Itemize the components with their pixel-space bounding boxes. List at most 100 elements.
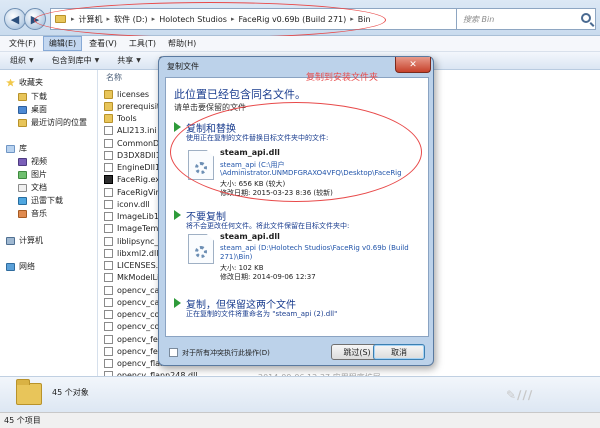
file-icon bbox=[104, 310, 113, 319]
sidebar-computer[interactable]: 计算机 bbox=[6, 234, 104, 247]
document-icon bbox=[18, 183, 27, 192]
navigation-pane: 收藏夹 下载 桌面 最近访问的位置 库 视频 图片 文档 迅雷下载 音乐 计算机… bbox=[0, 70, 98, 376]
column-header-name[interactable]: 名称 bbox=[106, 72, 122, 83]
apply-all-label[interactable]: 对于所有冲突执行此操作(D) bbox=[182, 348, 270, 358]
file-icon bbox=[104, 126, 113, 136]
watermark-logo: ✎∕∕∕ bbox=[506, 388, 534, 402]
menu-view[interactable]: 查看(V) bbox=[84, 37, 122, 50]
menu-edit[interactable]: 编辑(E) bbox=[42, 36, 83, 51]
menu-bar: 文件(F) 编辑(E) 查看(V) 工具(T) 帮助(H) bbox=[0, 36, 600, 52]
sidebar-label: 网络 bbox=[19, 262, 35, 271]
forward-button[interactable]: ▶ bbox=[24, 8, 46, 30]
file-modified: 修改日期: 2014-09-06 12:37 bbox=[220, 273, 316, 281]
file-icon bbox=[104, 322, 113, 332]
file-row[interactable]: ALI213.ini bbox=[104, 125, 157, 137]
chevron-right-icon: ▸ bbox=[71, 15, 75, 23]
file-icon bbox=[104, 359, 113, 368]
file-icon bbox=[104, 199, 113, 209]
caret-down-icon: ▼ bbox=[29, 57, 34, 64]
back-button[interactable]: ◀ bbox=[4, 8, 26, 30]
status-text: 45 个项目 bbox=[4, 416, 41, 425]
file-row[interactable]: licenses bbox=[104, 88, 149, 100]
sidebar-favorites[interactable]: 收藏夹 bbox=[6, 76, 104, 89]
sidebar-label: 音乐 bbox=[31, 209, 47, 218]
star-icon bbox=[6, 78, 15, 87]
option-copy-replace[interactable]: 复制和替换 使用正在复制的文件替换目标文件夹中的文件: steam_api.dl… bbox=[174, 120, 424, 210]
share-label: 共享 bbox=[117, 56, 134, 65]
network-icon bbox=[6, 262, 15, 271]
file-name: steam_api.dll bbox=[220, 148, 280, 157]
folder-icon bbox=[104, 101, 113, 111]
status-bar: 45 个项目 bbox=[0, 412, 600, 428]
file-row[interactable]: libxml2.dll bbox=[104, 247, 158, 259]
menu-file[interactable]: 文件(F) bbox=[4, 37, 41, 50]
video-icon bbox=[18, 157, 27, 166]
file-icon bbox=[104, 236, 113, 246]
sidebar-label: 迅雷下载 bbox=[31, 196, 63, 205]
include-library-button[interactable]: 包含到库中 ▼ bbox=[52, 55, 100, 66]
exe-icon bbox=[104, 175, 113, 185]
option-desc: 使用正在复制的文件替换目标文件夹中的文件: bbox=[186, 134, 329, 142]
annotation-note: 复制到安装文件夹 bbox=[306, 73, 379, 83]
include-library-label: 包含到库中 bbox=[51, 56, 92, 65]
sidebar-label: 库 bbox=[19, 144, 27, 153]
sidebar-label: 图片 bbox=[31, 170, 47, 179]
folder-icon bbox=[104, 114, 113, 123]
organize-label: 组织 bbox=[10, 56, 26, 65]
file-icon bbox=[104, 297, 113, 307]
close-button[interactable]: ✕ bbox=[395, 57, 431, 73]
file-name: Tools bbox=[117, 114, 137, 123]
sidebar-libraries[interactable]: 库 bbox=[6, 142, 104, 155]
option-file-info: steam_api.dll steam_api (D:\Holotech Stu… bbox=[188, 232, 418, 282]
dialog-footer: 对于所有冲突执行此操作(D) 跳过(S) 取消 bbox=[165, 341, 429, 363]
option-file-info: steam_api.dll steam_api (C:\用户 \Administ… bbox=[188, 148, 418, 206]
cancel-button[interactable]: 取消 bbox=[373, 344, 425, 360]
breadcrumb-drive[interactable]: 软件 (D:) bbox=[114, 14, 148, 25]
file-path: steam_api (D:\Holotech Studios\FaceRig v… bbox=[220, 244, 409, 252]
file-name: steam_api.dll bbox=[220, 232, 280, 241]
option-keep-both[interactable]: 复制，但保留这两个文件 正在复制的文件将重命名为 "steam_api (2).… bbox=[174, 296, 424, 326]
share-button[interactable]: 共享 ▼ bbox=[117, 55, 141, 66]
file-name: libxml2.dll bbox=[117, 248, 159, 258]
chevron-right-icon: ▸ bbox=[106, 15, 111, 23]
picture-icon bbox=[18, 170, 27, 179]
breadcrumb-holotech[interactable]: Holotech Studios bbox=[159, 15, 227, 24]
sidebar-label: 下载 bbox=[31, 92, 47, 101]
address-row: ◀ ▶ ▸ 计算机 ▸ 软件 (D:) ▸ Holotech Studios ▸… bbox=[0, 0, 600, 36]
sidebar-label: 最近访问的位置 bbox=[31, 118, 87, 127]
option-desc: 正在复制的文件将重命名为 "steam_api (2).dll" bbox=[186, 310, 338, 318]
apply-all-checkbox[interactable] bbox=[169, 348, 178, 357]
option-dont-copy[interactable]: 不要复制 将不会更改任何文件。将此文件保留在目标文件夹中: steam_api.… bbox=[174, 208, 424, 282]
file-icon bbox=[104, 212, 113, 221]
breadcrumb-computer[interactable]: 计算机 bbox=[79, 14, 103, 25]
file-icon bbox=[104, 138, 113, 148]
file-row[interactable]: iconv.dll bbox=[104, 198, 150, 210]
file-icon bbox=[104, 224, 113, 234]
organize-button[interactable]: 组织 ▼ bbox=[10, 55, 34, 66]
file-path-cont: 271)\Bin) bbox=[220, 253, 253, 261]
chevron-right-icon: ▸ bbox=[151, 15, 156, 23]
sidebar-label: 桌面 bbox=[31, 105, 47, 114]
sidebar-network[interactable]: 网络 bbox=[6, 260, 104, 273]
dialog-title: 复制文件 bbox=[167, 62, 199, 71]
file-icon bbox=[104, 285, 113, 295]
file-icon bbox=[104, 261, 113, 270]
copy-file-dialog: 复制文件 ✕ 此位置已经包含同名文件。 请单击要保留的文件 复制和替换 使用正在… bbox=[158, 56, 434, 366]
file-row[interactable]: Tools bbox=[104, 113, 137, 125]
green-arrow-icon bbox=[174, 122, 181, 132]
computer-icon bbox=[6, 236, 15, 245]
search-input[interactable]: 搜索 Bin bbox=[456, 8, 596, 30]
menu-help[interactable]: 帮助(H) bbox=[163, 37, 201, 50]
forward-arrow-icon: ▶ bbox=[30, 12, 40, 26]
menu-tools[interactable]: 工具(T) bbox=[124, 37, 161, 50]
breadcrumb-bin[interactable]: Bin bbox=[358, 15, 371, 24]
download-folder-icon bbox=[18, 92, 27, 101]
close-icon: ✕ bbox=[409, 59, 417, 70]
chevron-right-icon: ▸ bbox=[230, 15, 235, 23]
dll-file-icon bbox=[188, 234, 214, 264]
address-bar[interactable]: ▸ 计算机 ▸ 软件 (D:) ▸ Holotech Studios ▸ Fac… bbox=[50, 8, 482, 30]
file-row[interactable]: FaceRig.exe bbox=[104, 174, 165, 186]
dll-file-icon bbox=[188, 150, 214, 180]
breadcrumb-facerig[interactable]: FaceRig v0.69b (Build 271) bbox=[238, 15, 346, 24]
folder-icon bbox=[16, 379, 42, 405]
